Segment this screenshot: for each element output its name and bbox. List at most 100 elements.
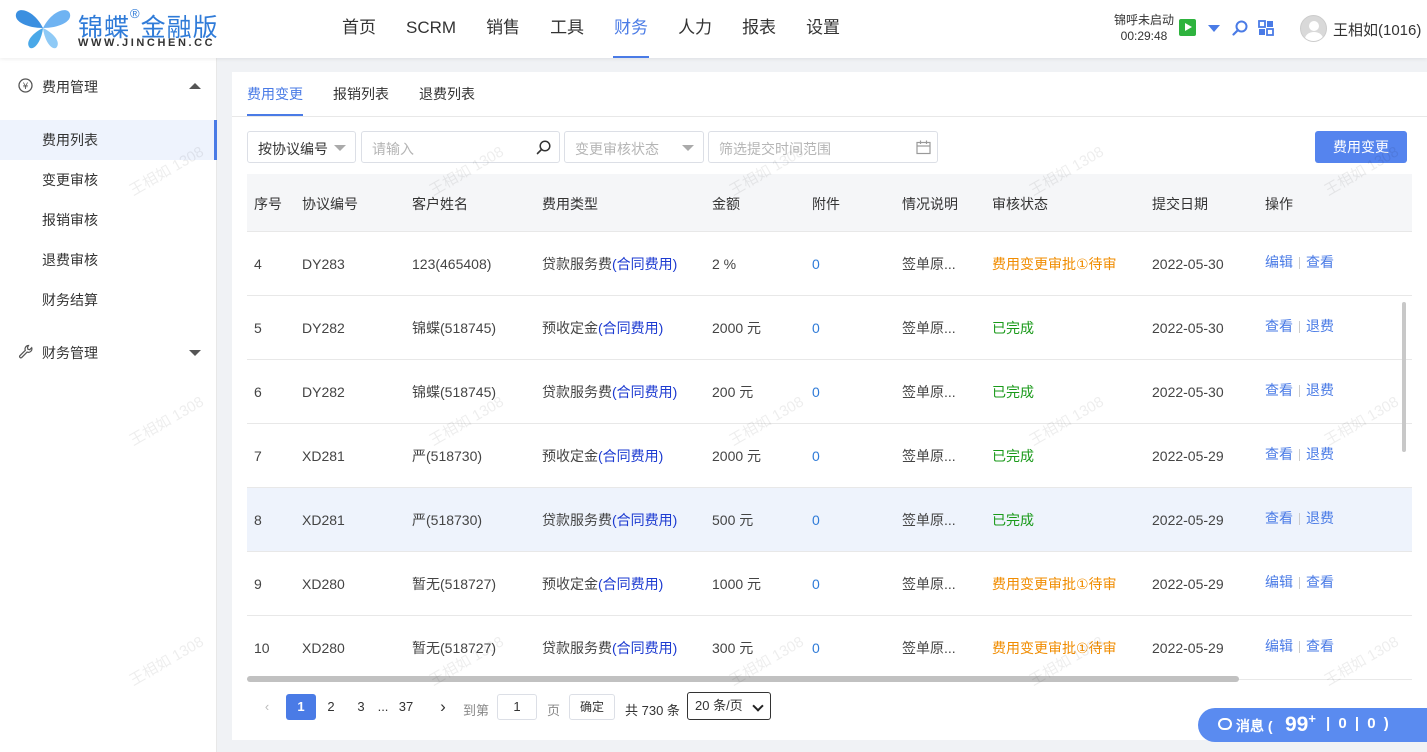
row-action-primary[interactable]: 查看: [1265, 446, 1293, 462]
user-name[interactable]: 王相如(1016): [1333, 19, 1421, 40]
cell-note: 签单原...: [902, 448, 956, 464]
tab-refund-list[interactable]: 退费列表: [419, 72, 475, 116]
horizontal-scrollbar[interactable]: [247, 676, 1412, 682]
row-action-primary[interactable]: 查看: [1265, 318, 1293, 334]
row-action-secondary[interactable]: 查看: [1306, 638, 1334, 654]
page-3[interactable]: 3: [351, 694, 371, 720]
sidebar-item-settlement[interactable]: 财务结算: [0, 280, 217, 320]
cell-attachment[interactable]: 0: [812, 488, 820, 552]
cell-date: 2022-05-29: [1152, 512, 1224, 528]
fee-type-tag: (合同费用): [598, 576, 664, 592]
table-row[interactable]: 9 XD280 暂无(518727) 预收定金(合同费用) 1000 元 0 签单原... 费…: [247, 552, 1412, 616]
nav-home[interactable]: 首页: [327, 0, 391, 58]
cell-date: 2022-05-29: [1152, 576, 1224, 592]
sidebar-item-refund-review[interactable]: 退费审核: [0, 240, 217, 280]
nav-finance[interactable]: 财务: [599, 0, 663, 58]
sidebar-item-change-review[interactable]: 变更审核: [0, 160, 217, 200]
row-action-primary[interactable]: 编辑: [1265, 638, 1293, 654]
apps-grid-icon[interactable]: [1258, 20, 1274, 36]
action-divider: [1299, 641, 1300, 654]
row-actions: 编辑 查看: [1265, 232, 1334, 292]
row-action-primary[interactable]: 查看: [1265, 510, 1293, 526]
caret-down-icon[interactable]: [1208, 25, 1220, 32]
action-divider: [1299, 321, 1300, 334]
message-other-counts: | 0 | 0 ): [1326, 715, 1391, 732]
main-nav: 首页 SCRM 销售 工具 财务 人力 报表 设置: [327, 0, 855, 58]
status-select[interactable]: 变更审核状态: [564, 131, 704, 163]
row-action-secondary[interactable]: 退费: [1306, 510, 1334, 526]
nav-hr[interactable]: 人力: [663, 0, 727, 58]
next-page-icon[interactable]: ›: [433, 694, 453, 720]
row-action-secondary[interactable]: 查看: [1306, 254, 1334, 270]
cell-note: 签单原...: [902, 320, 956, 336]
page-size-select[interactable]: 20 条/页: [687, 692, 771, 720]
page-1[interactable]: 1: [286, 694, 316, 720]
nav-sales[interactable]: 销售: [471, 0, 535, 58]
vertical-scrollbar[interactable]: [1402, 302, 1406, 452]
page-2[interactable]: 2: [321, 694, 341, 720]
cell-attachment[interactable]: 0: [812, 552, 820, 616]
prev-page-icon[interactable]: ‹: [257, 694, 277, 720]
row-action-primary[interactable]: 编辑: [1265, 254, 1293, 270]
cell-attachment[interactable]: 0: [812, 296, 820, 360]
row-action-secondary[interactable]: 查看: [1306, 574, 1334, 590]
search-input[interactable]: 请输入: [361, 131, 560, 163]
cell-attachment[interactable]: 0: [812, 616, 820, 680]
cell-fee-type: 贷款服务费(合同费用): [542, 488, 677, 552]
action-divider: [1299, 513, 1300, 526]
page-unit-label: 页: [547, 703, 561, 718]
cell-amount: 2000 元: [712, 320, 762, 336]
scrollbar-thumb[interactable]: [247, 676, 1239, 682]
cell-attachment[interactable]: 0: [812, 232, 820, 296]
table-row[interactable]: 8 XD281 严(518730) 贷款服务费(合同费用) 500 元 0 签单原... 已完…: [247, 488, 1412, 552]
search-icon[interactable]: [536, 140, 551, 155]
avatar[interactable]: [1300, 15, 1327, 42]
date-range-picker[interactable]: 筛选提交时间范围: [708, 131, 938, 163]
brand-logo[interactable]: 锦蝶®金融版 WWW.JINCHEN.CC: [14, 6, 254, 52]
row-action-primary[interactable]: 查看: [1265, 382, 1293, 398]
row-actions: 查看 退费: [1265, 360, 1334, 420]
nav-tools[interactable]: 工具: [535, 0, 599, 58]
sidebar-group-finance[interactable]: 财务管理: [0, 332, 217, 372]
sidebar-group-expense[interactable]: ¥ 费用管理: [0, 66, 217, 106]
nav-scrm[interactable]: SCRM: [391, 0, 471, 58]
row-action-secondary[interactable]: 退费: [1306, 446, 1334, 462]
col-header: 操作: [1265, 196, 1293, 212]
row-action-primary[interactable]: 编辑: [1265, 574, 1293, 590]
page-ellipsis[interactable]: ...: [373, 694, 393, 720]
search-icon[interactable]: [1232, 20, 1248, 36]
message-center[interactable]: 消息 ( 99+ | 0 | 0 ): [1198, 708, 1427, 742]
nav-settings[interactable]: 设置: [791, 0, 855, 58]
goto-confirm-button[interactable]: 确定: [569, 694, 615, 720]
table-row[interactable]: 6 DY282 锦蝶(518745) 贷款服务费(合同费用) 200 元 0 签单原... 已…: [247, 360, 1412, 424]
tab-expense-change[interactable]: 费用变更: [247, 72, 303, 116]
col-header: 附件: [812, 196, 840, 212]
sidebar-item-expense-list[interactable]: 费用列表: [0, 120, 217, 160]
cell-amount: 2000 元: [712, 448, 762, 464]
cell-attachment[interactable]: 0: [812, 360, 820, 424]
table-row[interactable]: 10 XD280 暂无(518727) 贷款服务费(合同费用) 300 元 0 签单原...…: [247, 616, 1412, 680]
table-row[interactable]: 5 DY282 锦蝶(518745) 预收定金(合同费用) 2000 元 0 签单原... 已…: [247, 296, 1412, 360]
tab-reimburse-list[interactable]: 报销列表: [333, 72, 389, 116]
goto-page-input[interactable]: 1: [497, 694, 537, 720]
row-action-secondary[interactable]: 退费: [1306, 382, 1334, 398]
cell-agreement-code: DY283: [302, 256, 345, 272]
cell-date: 2022-05-30: [1152, 320, 1224, 336]
goto-label: 到第: [463, 703, 490, 718]
sidebar-item-reimburse-review[interactable]: 报销审核: [0, 200, 217, 240]
brand-domain: WWW.JINCHEN.CC: [78, 37, 216, 49]
action-divider: [1299, 385, 1300, 398]
cell-note: 签单原...: [902, 512, 956, 528]
row-actions: 查看 退费: [1265, 424, 1334, 484]
cell-amount: 300 元: [712, 640, 754, 656]
table-row[interactable]: 7 XD281 严(518730) 预收定金(合同费用) 2000 元 0 签单原... 已完…: [247, 424, 1412, 488]
expense-change-button[interactable]: 费用变更: [1315, 131, 1407, 163]
play-icon[interactable]: [1179, 19, 1196, 36]
page-37[interactable]: 37: [395, 694, 417, 720]
fee-type-label: 贷款服务费: [542, 384, 612, 400]
search-by-select[interactable]: 按协议编号: [247, 131, 356, 163]
nav-reports[interactable]: 报表: [727, 0, 791, 58]
cell-attachment[interactable]: 0: [812, 424, 820, 488]
table-row[interactable]: 4 DY283 123(465408) 贷款服务费(合同费用) 2 % 0 签单原... 费用…: [247, 232, 1412, 296]
row-action-secondary[interactable]: 退费: [1306, 318, 1334, 334]
